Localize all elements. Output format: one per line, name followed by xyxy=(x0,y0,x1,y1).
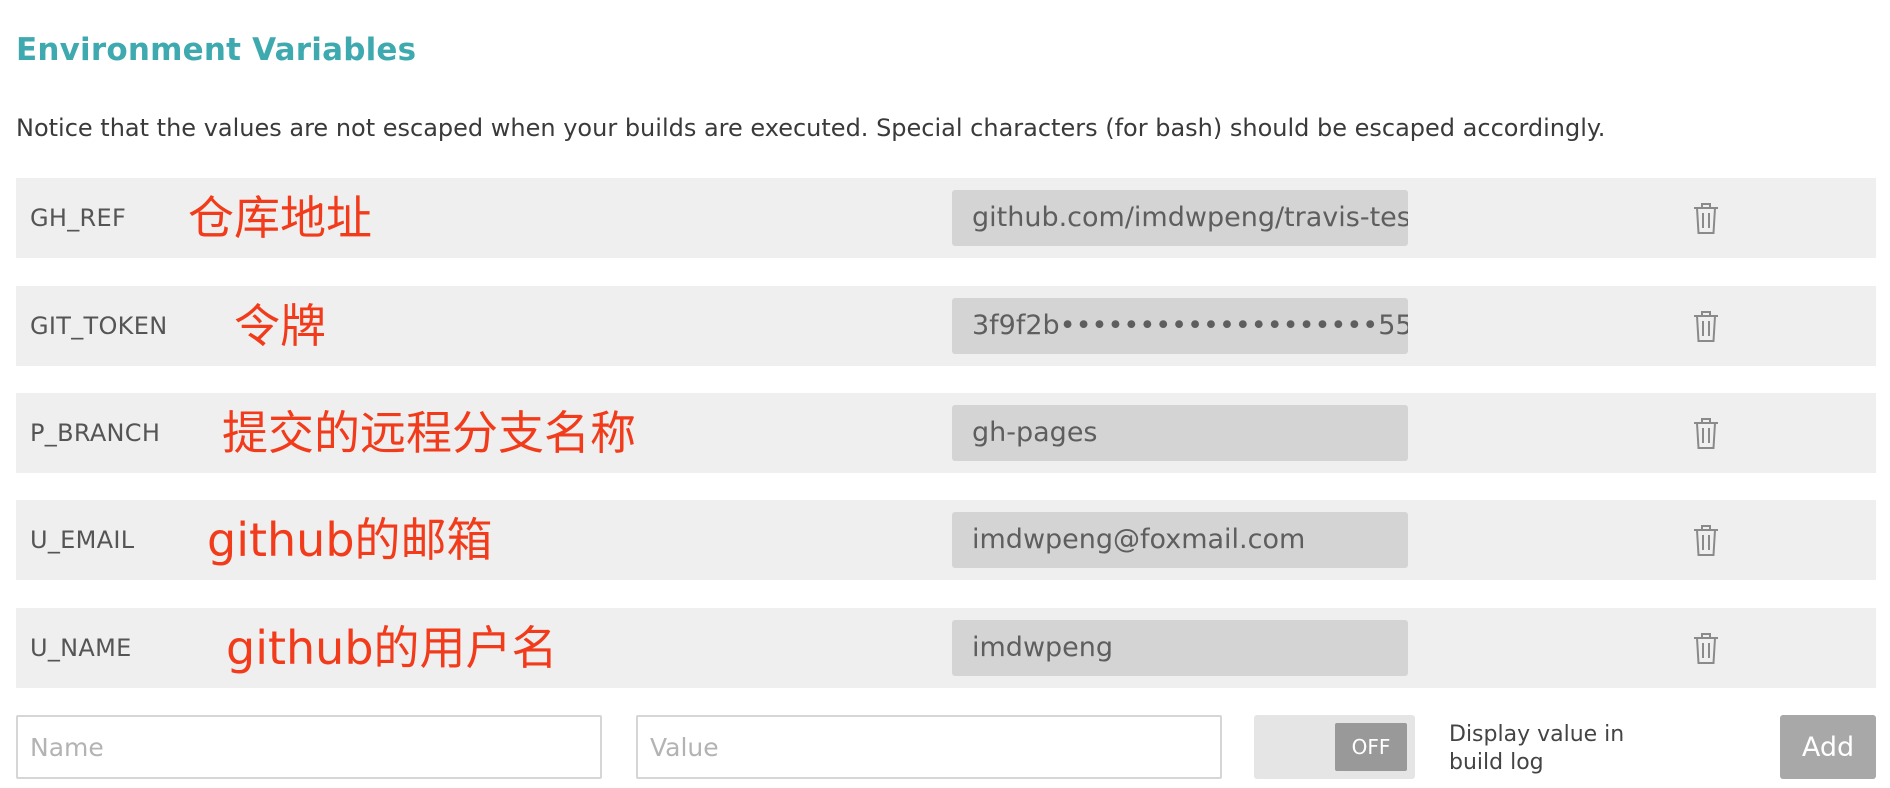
env-var-row: GH_REF 仓库地址 github.com/imdwpeng/travis-t… xyxy=(16,178,1876,258)
env-var-value: github.com/imdwpeng/travis-tes xyxy=(952,190,1408,246)
trash-icon[interactable] xyxy=(1691,415,1721,451)
env-var-name: GH_REF xyxy=(30,204,127,232)
annotation-text: 提交的远程分支名称 xyxy=(222,406,636,460)
env-var-value: gh-pages xyxy=(952,405,1408,461)
display-value-label: Display value in build log xyxy=(1449,722,1625,775)
env-var-value: 3f9f2b••••••••••••••••••••5531bc xyxy=(952,298,1408,354)
annotation-text: 令牌 xyxy=(234,299,326,353)
add-button[interactable]: Add xyxy=(1780,715,1876,779)
annotation-text: 仓库地址 xyxy=(188,191,372,245)
env-var-row: GIT_TOKEN 令牌 3f9f2b••••••••••••••••••••5… xyxy=(16,286,1876,366)
section-title: Environment Variables xyxy=(16,32,417,68)
trash-icon[interactable] xyxy=(1691,308,1721,344)
escape-notice: Notice that the values are not escaped w… xyxy=(16,114,1606,142)
annotation-text: github的用户名 xyxy=(226,621,558,675)
env-var-row: P_BRANCH 提交的远程分支名称 gh-pages xyxy=(16,393,1876,473)
annotation-text: github的邮箱 xyxy=(207,513,493,567)
env-vars-page: Environment Variables Notice that the va… xyxy=(0,0,1890,788)
env-var-row: U_NAME github的用户名 imdwpeng xyxy=(16,608,1876,688)
env-var-name: U_EMAIL xyxy=(30,526,135,554)
display-value-toggle[interactable]: OFF xyxy=(1254,715,1415,779)
trash-icon[interactable] xyxy=(1691,630,1721,666)
env-var-name: GIT_TOKEN xyxy=(30,312,168,340)
trash-icon[interactable] xyxy=(1691,200,1721,236)
trash-icon[interactable] xyxy=(1691,522,1721,558)
toggle-state: OFF xyxy=(1335,723,1407,771)
add-env-var-form: OFF Display value in build log Add xyxy=(16,715,1876,779)
env-var-name: U_NAME xyxy=(30,634,132,662)
env-var-row: U_EMAIL github的邮箱 imdwpeng@foxmail.com xyxy=(16,500,1876,580)
value-input[interactable] xyxy=(636,715,1222,779)
env-var-value: imdwpeng xyxy=(952,620,1408,676)
env-var-name: P_BRANCH xyxy=(30,419,161,447)
name-input[interactable] xyxy=(16,715,602,779)
env-var-value: imdwpeng@foxmail.com xyxy=(952,512,1408,568)
